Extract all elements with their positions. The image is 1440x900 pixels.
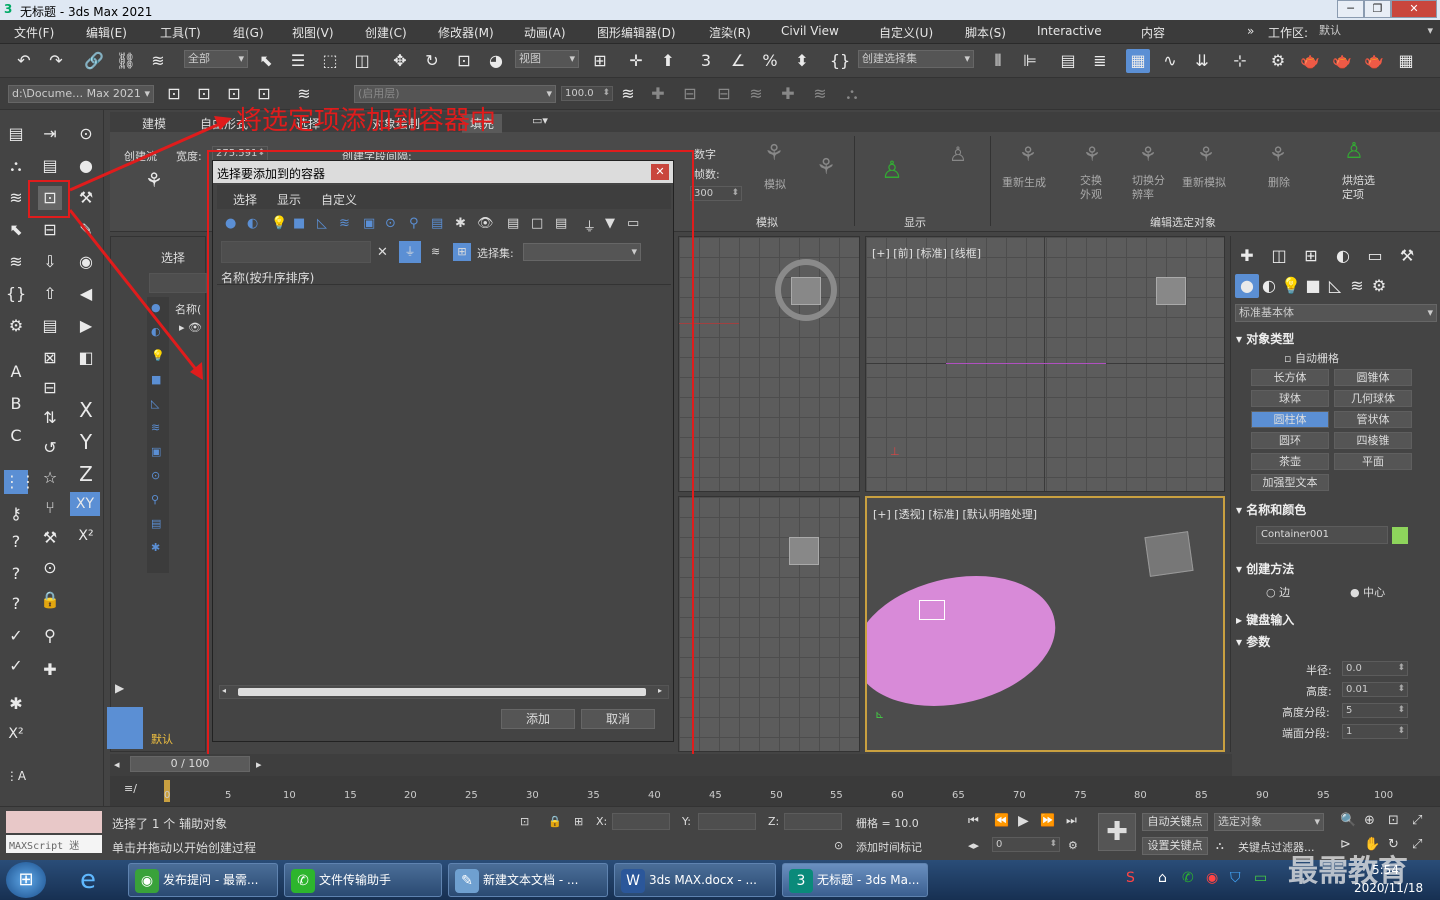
tick-label: 65 — [952, 790, 965, 801]
track-bar-toggle-icon[interactable]: ≡∕ — [124, 782, 137, 795]
taskbar-item-publish[interactable]: ◉ 发布提问 - 最需... — [128, 863, 278, 897]
play-animation-icon[interactable]: ▶ — [1018, 813, 1029, 829]
ie-icon[interactable]: e — [66, 864, 110, 896]
3dsmax-icon: 3 — [789, 869, 813, 893]
tick-label: 35 — [587, 790, 600, 801]
tick-label: 100 — [1374, 790, 1394, 801]
tick-label: 20 — [404, 790, 417, 801]
notepad-icon: ✎ — [455, 869, 479, 893]
add-time-tag-label[interactable]: 添加时间标记 — [856, 839, 922, 855]
taskbar-item-file-transfer[interactable]: ✆ 文件传输助手 — [284, 863, 442, 897]
key-selection-dropdown[interactable]: 选定对象 — [1214, 813, 1324, 831]
clock-date[interactable]: 2020/11/18 — [1354, 881, 1423, 895]
annotation-text: 将选定项添加到容器中 — [236, 106, 497, 136]
time-tag-icon[interactable]: ⊙ — [834, 839, 843, 852]
tray-shield-icon[interactable]: ⛉ — [1230, 870, 1241, 886]
taskbar-item-file-transfer-label: 文件传输助手 — [319, 873, 392, 887]
arrow-head-title — [214, 116, 232, 130]
tick-label: 85 — [1195, 790, 1208, 801]
arrow-to-title — [69, 120, 225, 192]
absolute-mode-icon[interactable]: ⊞ — [574, 815, 583, 828]
tick-label: 0 — [164, 790, 171, 801]
tick-label: 80 — [1134, 790, 1147, 801]
tick-label: 70 — [1013, 790, 1026, 801]
x-coord-field[interactable] — [612, 813, 670, 830]
word-icon: W — [621, 869, 645, 893]
arrow-to-dialog — [68, 209, 200, 373]
zoom-extents-all-icon[interactable]: ⤢ — [1412, 813, 1422, 828]
time-config-icon[interactable]: ⚙ — [1068, 839, 1078, 852]
tick-label: 25 — [465, 790, 478, 801]
start-button[interactable]: ⊞ — [6, 862, 46, 898]
next-frame-icon[interactable]: ▸ — [256, 758, 262, 771]
taskbar-item-word[interactable]: W 3ds MAX.docx - ... — [614, 863, 776, 897]
prompt-status: 单击并拖动以开始创建过程 — [112, 841, 257, 855]
taskbar-item-3dsmax-label: 无标题 - 3ds Ma... — [817, 873, 920, 887]
selection-lock-icon[interactable]: 🔒 — [548, 815, 562, 828]
tick-label: 90 — [1256, 790, 1269, 801]
browser-icon: ◉ — [135, 869, 159, 893]
tick-label: 55 — [830, 790, 843, 801]
taskbar-item-publish-label: 发布提问 - 最需... — [163, 873, 259, 887]
maximize-viewport-icon[interactable]: ⤢ — [1412, 837, 1422, 852]
taskbar: ⊞ e ◉ 发布提问 - 最需... ✆ 文件传输助手 ✎ 新建文本文档 - ... … — [0, 854, 1440, 900]
tray-battery-icon[interactable]: ▭ — [1254, 870, 1267, 886]
tick-label: 50 — [770, 790, 783, 801]
selection-status: 选择了 1 个 辅助对象 — [112, 817, 228, 831]
zoom-icon[interactable]: 🔍 — [1340, 813, 1356, 828]
taskbar-item-notepad-label: 新建文本文档 - ... — [483, 873, 579, 887]
key-filter-icon[interactable]: ⛬ — [1216, 839, 1224, 853]
tray-network-icon[interactable]: ⌂ — [1158, 870, 1167, 886]
goto-start-icon[interactable]: ⏮ — [968, 813, 979, 828]
tick-label: 5 — [225, 790, 232, 801]
taskbar-item-3dsmax[interactable]: 3 无标题 - 3ds Ma... — [782, 863, 928, 897]
tray-wechat-icon[interactable]: ✆ — [1182, 870, 1194, 886]
tray-s-icon[interactable]: S — [1126, 870, 1135, 886]
zoom-all-icon[interactable]: ⊕ — [1364, 813, 1375, 828]
grid-status: 栅格 = 10.0 — [856, 817, 919, 830]
tick-label: 15 — [344, 790, 357, 801]
tick-label: 75 — [1074, 790, 1087, 801]
taskbar-item-notepad[interactable]: ✎ 新建文本文档 - ... — [448, 863, 608, 897]
isolate-icon[interactable]: ⊡ — [520, 815, 529, 828]
z-coord-label: Z: — [768, 815, 780, 828]
clock-time[interactable]: 5:54 — [1372, 863, 1399, 877]
goto-end-icon[interactable]: ⏭ — [1066, 813, 1077, 828]
current-frame-spinner[interactable]: 0 — [992, 837, 1060, 852]
x-coord-label: X: — [596, 815, 608, 828]
prev-key-icon[interactable]: ⏪ — [994, 813, 1009, 827]
time-slider: ◂ 0 / 100 ▸ — [110, 754, 1232, 776]
set-key-big-button[interactable]: ✚ — [1098, 813, 1136, 851]
key-mode-icon[interactable]: ◂▸ — [968, 839, 979, 852]
y-coord-field[interactable] — [698, 813, 756, 830]
tick-label: 40 — [648, 790, 661, 801]
tick-label: 10 — [283, 790, 296, 801]
z-coord-field[interactable] — [784, 813, 842, 830]
tick-label: 95 — [1317, 790, 1330, 801]
tick-label: 60 — [891, 790, 904, 801]
maxscript-listener-top[interactable] — [6, 811, 102, 833]
tick-label: 45 — [709, 790, 722, 801]
time-slider-thumb[interactable]: 0 / 100 — [130, 756, 250, 772]
wechat-icon: ✆ — [291, 869, 315, 893]
prev-frame-icon[interactable]: ◂ — [114, 758, 120, 771]
status-bar: MAXScript 迷 选择了 1 个 辅助对象 单击并拖动以开始创建过程 ⊡ … — [0, 806, 1440, 860]
y-coord-label: Y: — [682, 815, 691, 828]
maxscript-mini-input[interactable]: MAXScript 迷 — [6, 835, 102, 853]
set-key-button[interactable]: 设置关键点 — [1142, 837, 1208, 855]
tray-security-icon[interactable]: ◉ — [1206, 870, 1218, 886]
zoom-extents-icon[interactable]: ⊡ — [1388, 813, 1399, 828]
auto-key-button[interactable]: 自动关键点 — [1142, 813, 1208, 831]
tick-label: 30 — [526, 790, 539, 801]
taskbar-item-word-label: 3ds MAX.docx - ... — [649, 873, 757, 887]
next-key-icon[interactable]: ⏩ — [1040, 813, 1055, 827]
